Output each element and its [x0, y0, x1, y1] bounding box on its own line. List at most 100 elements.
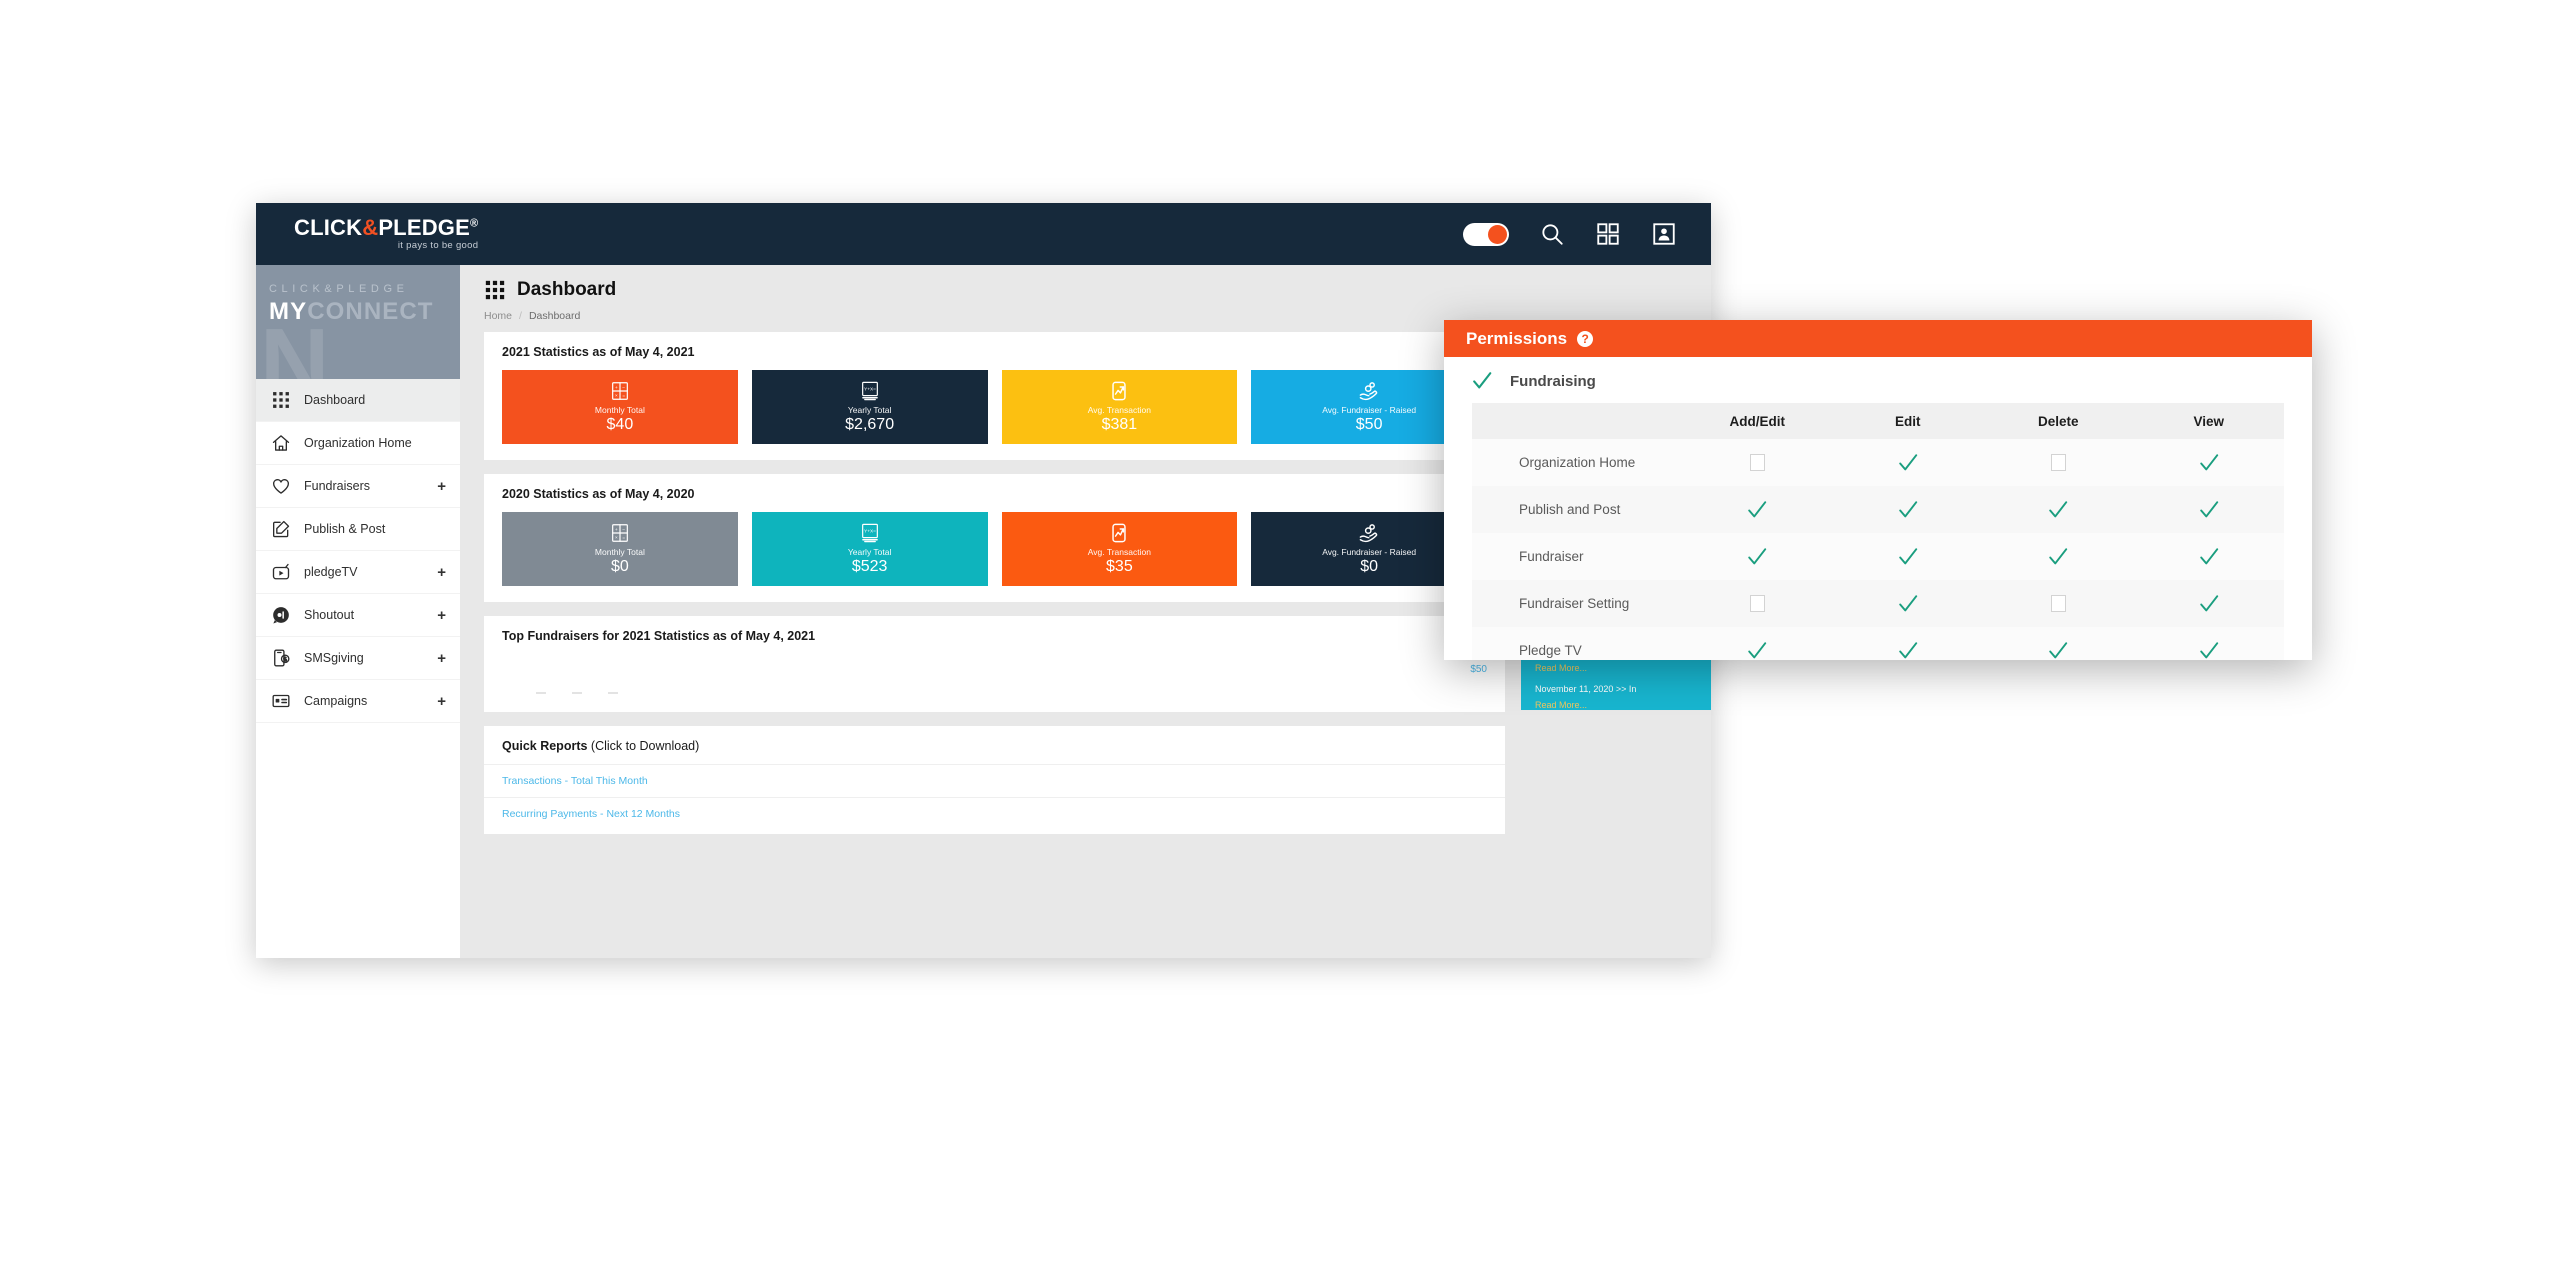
quick-report-link[interactable]: Transactions - Total This Month	[484, 764, 1505, 797]
svg-text:+: +	[615, 386, 618, 391]
sidebar-item-label: Publish & Post	[304, 522, 386, 536]
permission-cell	[1983, 595, 2134, 612]
sidebar-navigation: N CLICK&PLEDGE MYCONNECT Dashboard Organi…	[256, 265, 460, 958]
user-card-icon[interactable]	[1651, 221, 1677, 247]
expand-icon[interactable]: +	[437, 479, 446, 494]
grid-icon	[484, 279, 506, 301]
brand-left: CLICK	[294, 215, 363, 241]
checkmark-icon[interactable]	[1897, 640, 1919, 661]
edit-square-icon	[271, 519, 291, 539]
permission-cell	[1983, 640, 2134, 661]
topbar-actions	[1463, 221, 1677, 247]
permission-cell	[2134, 452, 2285, 474]
permissions-column-header: Delete	[2037, 413, 2079, 429]
brand-right: PLEDGE	[378, 215, 470, 241]
stat-card: Avg. Transaction $381	[1001, 370, 1238, 444]
stat-label: Yearly Total	[847, 405, 892, 415]
sidebar-item-campaigns[interactable]: Campaigns +	[256, 680, 460, 723]
sidebar-item-dashboard[interactable]: Dashboard	[256, 379, 460, 422]
sidebar-item-shoutout[interactable]: Shoutout +	[256, 594, 460, 637]
sidebar-item-publish-post[interactable]: Publish & Post	[256, 508, 460, 551]
checkmark-icon[interactable]	[2198, 593, 2220, 615]
chart-trend-icon	[1108, 522, 1130, 544]
svg-text:−: −	[622, 386, 625, 391]
checkmark-icon[interactable]	[2198, 640, 2220, 661]
apps-grid-icon[interactable]	[1595, 221, 1621, 247]
mode-toggle-switch[interactable]	[1463, 222, 1509, 246]
top-navigation-bar: CLICK&PLEDGE® it pays to be good	[256, 203, 1711, 265]
page-title-row: Dashboard	[484, 279, 1711, 301]
expand-icon[interactable]: +	[437, 651, 446, 666]
permission-cell	[1833, 546, 1984, 568]
top-fundraisers-card: Top Fundraisers for 2021 Statistics as o…	[484, 616, 1505, 712]
permissions-table-row: Fundraiser Setting	[1472, 580, 2284, 627]
permissions-table-header-row: Add/Edit Edit Delete View	[1472, 403, 2284, 439]
permission-cell	[1983, 546, 2134, 568]
sidebar-item-organization-home[interactable]: Organization Home	[256, 422, 460, 465]
quick-reports-title-bold: Quick Reports	[502, 739, 588, 753]
help-icon[interactable]: ?	[1577, 330, 1594, 347]
top-fundraisers-title: Top Fundraisers for 2021 Statistics as o…	[502, 629, 816, 643]
quick-reports-title: Quick Reports (Click to Download)	[502, 739, 1487, 753]
mobile-money-icon	[271, 648, 291, 668]
checkmark-icon[interactable]	[1897, 546, 1919, 568]
sidebar-item-label: SMSgiving	[304, 651, 364, 665]
empty-checkbox[interactable]	[1749, 454, 1765, 471]
breadcrumb-item-home[interactable]: Home	[484, 310, 512, 322]
svg-text:=: =	[622, 535, 625, 540]
checkmark-icon[interactable]	[1746, 640, 1768, 661]
checkmark-icon[interactable]	[2198, 499, 2220, 521]
checkmark-icon[interactable]	[1897, 499, 1919, 521]
quick-report-link[interactable]: Recurring Payments - Next 12 Months	[484, 797, 1505, 830]
permission-cell	[1682, 454, 1833, 471]
permission-cell	[1833, 452, 1984, 474]
tv-play-icon	[271, 562, 291, 582]
read-more-link[interactable]: Read More...	[1535, 700, 1697, 710]
permission-cell	[2134, 546, 2285, 568]
permission-cell	[2134, 593, 2285, 615]
stats-2021-grid: + − × = Monthly Total $40 Y+X= Yearly Total $2,6…	[484, 370, 1505, 460]
checkmark-icon[interactable]	[2198, 546, 2220, 568]
permissions-column-header: Add/Edit	[1729, 413, 1786, 429]
checkmark-icon[interactable]	[2198, 452, 2220, 474]
sidebar-item-pledgetv[interactable]: pledgeTV +	[256, 551, 460, 594]
brand-ampersand: &	[362, 215, 379, 241]
breadcrumb-separator: /	[519, 310, 522, 322]
checkmark-icon[interactable]	[2047, 640, 2069, 661]
checkmark-icon[interactable]	[1746, 499, 1768, 521]
checkmark-icon[interactable]	[1746, 546, 1768, 568]
checkmark-icon[interactable]	[1897, 593, 1919, 615]
stats-2020-title-bar: 2020 Statistics as of May 4, 2020	[484, 474, 1505, 512]
empty-checkbox[interactable]	[2050, 454, 2066, 471]
expand-icon[interactable]: +	[437, 694, 446, 709]
top-fundraisers-title-bar: Top Fundraisers for 2021 Statistics as o…	[484, 616, 1505, 654]
stat-label: Avg. Fundraiser - Raised	[1322, 405, 1417, 415]
expand-icon[interactable]: +	[437, 608, 446, 623]
stat-card: Y+X= Yearly Total $2,670	[751, 370, 988, 444]
stat-card: + − × = Monthly Total $0	[502, 512, 738, 586]
stat-value: $35	[1106, 558, 1133, 575]
sidebar-item-label: Organization Home	[304, 436, 412, 450]
stats-2021-title-bar: 2021 Statistics as of May 4, 2021	[484, 332, 1505, 370]
expand-icon[interactable]: +	[437, 565, 446, 580]
svg-text:−: −	[622, 528, 625, 533]
quick-reports-title-bar: Quick Reports (Click to Download)	[484, 726, 1505, 764]
left-content-column: 2021 Statistics as of May 4, 2021 + − × = Mo…	[484, 332, 1505, 958]
permissions-section-title: Fundraising	[1510, 372, 1596, 390]
checkmark-icon[interactable]	[2047, 546, 2069, 568]
empty-checkbox[interactable]	[2050, 595, 2066, 612]
permission-cell	[1833, 640, 1984, 661]
search-icon[interactable]	[1539, 221, 1565, 247]
stats-2020-title: 2020 Statistics as of May 4, 2020	[502, 487, 695, 501]
top-fundraisers-body: $50	[484, 654, 1505, 712]
breadcrumb-item-dashboard[interactable]: Dashboard	[529, 310, 580, 322]
sidebar-item-smsgiving[interactable]: SMSgiving +	[256, 637, 460, 680]
read-more-link[interactable]: Read More...	[1535, 663, 1697, 673]
stat-label: Monthly Total	[594, 405, 645, 415]
permission-cell	[1983, 454, 2134, 471]
quick-reports-card: Quick Reports (Click to Download) Transa…	[484, 726, 1505, 834]
checkmark-icon[interactable]	[1897, 452, 1919, 474]
sidebar-item-fundraisers[interactable]: Fundraisers +	[256, 465, 460, 508]
empty-checkbox[interactable]	[1749, 595, 1765, 612]
checkmark-icon[interactable]	[2047, 499, 2069, 521]
